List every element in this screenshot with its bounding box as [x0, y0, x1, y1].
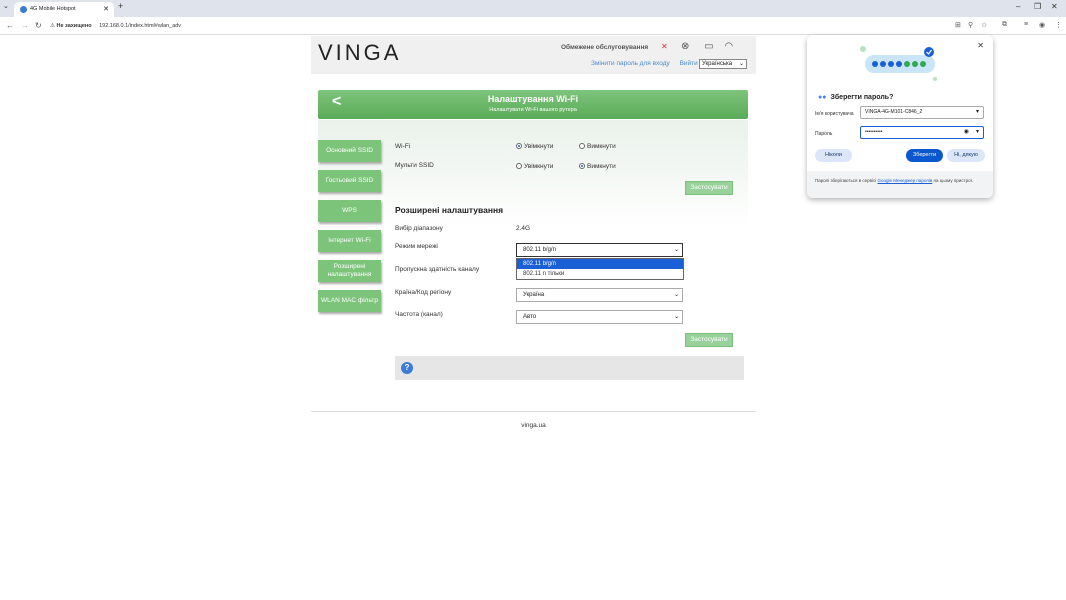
sidebar-item-wps[interactable]: WPS: [318, 200, 381, 222]
tab-title: 4G Mobile Hotspot: [30, 6, 76, 12]
country-select[interactable]: Україна ⌄: [516, 288, 683, 302]
bandwidth-label: Пропускна здатність каналу: [395, 266, 480, 273]
wifi-on-radio[interactable]: Увімкнути: [516, 143, 553, 150]
sidebar-item-advanced[interactable]: Розширені налаштування: [318, 260, 381, 282]
no-thanks-button[interactable]: Ні, дякую: [947, 149, 985, 162]
sidebar-item-main-ssid[interactable]: Основний SSID: [318, 140, 381, 162]
wifi-label: Wi-Fi: [395, 143, 411, 150]
username-field[interactable]: VINGA-4G-M101-C846_2 ▾: [860, 106, 984, 119]
back-icon[interactable]: ←: [6, 21, 14, 30]
tab-active[interactable]: 4G Mobile Hotspot ✕: [14, 2, 114, 17]
content-area: Основний SSID Гостьовий SSID WPS Інтерне…: [318, 120, 748, 390]
apply-basic-button[interactable]: Застосувати: [685, 181, 733, 195]
band-value: 2.4G: [516, 225, 531, 232]
multi-ssid-on-radio[interactable]: Увімкнути: [516, 163, 553, 170]
section-title-bar: < Налаштування Wi-Fi Налаштувати Wi-Fi в…: [318, 90, 748, 119]
bookmark-star-icon[interactable]: ☆: [981, 21, 987, 29]
router-page: VINGA Обмежене обслуговування ✕ ⊗ ▭ ◠ Зм…: [311, 36, 756, 436]
change-password-link[interactable]: Змінити пароль для входу: [591, 60, 670, 67]
channel-label: Частота (канал): [395, 311, 443, 318]
profile-icon[interactable]: ◉: [1039, 21, 1045, 29]
band-label: Вибір діапазону: [395, 225, 443, 232]
footer-text: vinga.ua: [521, 422, 546, 429]
page-title: Налаштування Wi-Fi: [487, 94, 579, 104]
zoom-icon[interactable]: ⚲: [968, 21, 973, 29]
mode-dropdown: 802.11 b/g/n 802.11 n тільки: [516, 258, 684, 280]
reload-icon[interactable]: ↻: [35, 21, 42, 30]
url-text: 192.168.0.1/index.html#wlan_adv: [99, 23, 182, 29]
chevron-down-icon: ⌄: [673, 292, 679, 298]
mode-label: Режим мережі: [395, 243, 438, 250]
minimize-icon[interactable]: –: [1016, 2, 1020, 11]
chevron-down-icon: ⌄: [673, 247, 679, 253]
logout-link[interactable]: Вийти: [680, 60, 698, 67]
multi-ssid-off-radio[interactable]: Вимкнути: [579, 163, 616, 170]
favicon-icon: [20, 6, 27, 13]
language-select[interactable]: Українська ⌄: [699, 59, 747, 69]
wifi-signal-icon: ◠: [724, 41, 734, 52]
chevron-down-icon: ▾: [975, 109, 979, 115]
service-x-icon: ✕: [661, 42, 668, 51]
mode-option[interactable]: 802.11 n тільки: [517, 269, 683, 279]
mode-select[interactable]: 802.11 b/g/n ⌄: [516, 243, 683, 257]
password-manager-note: Паролі зберігаються в сервісі Google Мен…: [807, 171, 993, 198]
channel-select[interactable]: Авто ⌄: [516, 310, 683, 324]
password-manager-link[interactable]: Google Менеджер паролів: [878, 178, 933, 183]
vinga-logo: VINGA: [318, 40, 402, 65]
help-icon[interactable]: ?: [401, 362, 413, 374]
multi-ssid-label: Мульти SSID: [395, 162, 434, 169]
page-header: VINGA Обмежене обслуговування ✕ ⊗ ▭ ◠ Зм…: [311, 36, 756, 74]
mode-option[interactable]: 802.11 b/g/n: [517, 259, 683, 269]
footer-divider: [311, 411, 756, 412]
never-button[interactable]: Ніколи: [815, 149, 852, 162]
sidebar-item-guest-ssid[interactable]: Гостьовий SSID: [318, 170, 381, 192]
username-label: Ім'я користувача: [815, 111, 854, 117]
save-button[interactable]: Зберегти: [906, 149, 943, 162]
warning-icon: ⚠: [50, 23, 55, 29]
maximize-icon[interactable]: ❐: [1034, 2, 1041, 11]
translate-icon[interactable]: ⊞: [955, 21, 961, 29]
wifi-off-radio[interactable]: Вимкнути: [579, 143, 616, 150]
chevron-down-icon[interactable]: ▾: [976, 127, 979, 138]
url-field[interactable]: ⚠ Не захищено 192.168.0.1/index.html#wla…: [50, 20, 960, 32]
apply-advanced-button[interactable]: Застосувати: [685, 333, 733, 347]
tab-bar: ⌄ 4G Mobile Hotspot ✕ + – ❐ ✕: [0, 0, 1066, 17]
media-icon[interactable]: ≡: [1024, 21, 1028, 28]
service-status: Обмежене обслуговування: [561, 44, 649, 51]
show-password-icon[interactable]: ◉: [964, 127, 969, 138]
new-tab-icon[interactable]: +: [118, 1, 123, 11]
sidebar-item-internet-wifi[interactable]: Інтернет Wi-Fi: [318, 230, 381, 252]
globe-off-icon: ⊗: [681, 41, 690, 52]
advanced-heading: Розширені налаштування: [395, 205, 504, 215]
chevron-down-icon: ⌄: [738, 61, 744, 67]
extensions-icon[interactable]: ⧉: [1002, 21, 1007, 29]
chevron-down-icon: ⌄: [673, 314, 679, 320]
security-label: Не захищено: [56, 23, 92, 29]
close-icon[interactable]: ✕: [977, 41, 984, 50]
save-password-dialog: ✕ ●● Зберегти пароль? Ім'я користувача VI…: [807, 35, 993, 198]
password-illustration-icon: [860, 46, 937, 81]
password-field[interactable]: •••••••••• ◉ ▾: [860, 126, 984, 139]
page-subtitle: Налаштувати Wi-Fi вашого рутера: [489, 107, 577, 113]
help-box: ?: [395, 356, 744, 380]
sidebar-item-mac-filter[interactable]: WLAN MAC фільтр: [318, 290, 381, 312]
battery-icon: ▭: [704, 41, 714, 52]
password-label: Пароль: [815, 131, 833, 137]
address-bar: ← → ↻ ⚠ Не захищено 192.168.0.1/index.ht…: [0, 17, 1066, 35]
window-close-icon[interactable]: ✕: [1051, 2, 1058, 11]
dialog-title: Зберегти пароль?: [830, 94, 894, 101]
menu-icon[interactable]: ⋮: [1055, 21, 1062, 29]
forward-icon[interactable]: →: [21, 21, 29, 30]
tab-close-icon[interactable]: ✕: [103, 2, 109, 17]
country-label: Країна/Код регіону: [395, 289, 452, 296]
google-icon: ●●: [818, 94, 827, 101]
tab-search-icon[interactable]: ⌄: [3, 2, 9, 10]
